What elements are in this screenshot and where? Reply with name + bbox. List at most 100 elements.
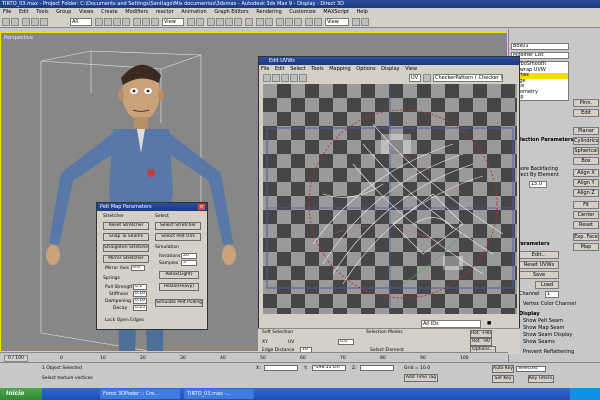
start-button[interactable]: Inicio [0, 388, 42, 400]
lock-icon[interactable]: ■ [487, 321, 491, 326]
filter-ids-dropdown[interactable]: All IDs [421, 320, 481, 328]
quick-render-icon[interactable] [361, 18, 369, 26]
spherical-button[interactable]: Spherical [573, 147, 599, 155]
menu-customize[interactable]: Customize [289, 9, 315, 15]
dampening-field[interactable]: 0.16 [133, 298, 147, 304]
render-view-dropdown[interactable]: View [325, 18, 349, 26]
rotate-icon[interactable] [142, 18, 150, 26]
named-selection-icon[interactable] [245, 18, 253, 26]
reset-uvws-button[interactable]: Reset UVWs [519, 261, 559, 269]
uv-freeform-icon[interactable] [290, 74, 298, 82]
pull-strength-field[interactable]: 0.1 [133, 284, 147, 290]
rot-minus-90-button[interactable]: Rot. -90 [470, 338, 492, 346]
set-key-button[interactable]: Set Key [492, 375, 514, 383]
auto-key-button[interactable]: Auto Key [492, 365, 514, 373]
xy-label[interactable]: XY [262, 340, 268, 345]
reference-coord-dropdown[interactable]: View [162, 18, 184, 26]
show-map-seam-checkbox[interactable]: Show Map Seam [523, 325, 564, 331]
edit-button[interactable]: Edit... [519, 251, 559, 259]
selection-filter-dropdown[interactable]: All [70, 18, 92, 26]
edit-right-button[interactable]: Edit [573, 109, 599, 117]
unlink-icon[interactable] [31, 18, 39, 26]
uv-menu-view[interactable]: View [405, 66, 417, 72]
mirror-stretcher-button[interactable]: Mirror Stretcher [103, 255, 149, 263]
curve-editor-icon[interactable] [285, 18, 293, 26]
menu-rendering[interactable]: Rendering [256, 9, 282, 15]
menu-reactor[interactable]: reactor [156, 9, 174, 15]
selected-dropdown[interactable]: Selected [516, 366, 546, 372]
stiffness-field[interactable]: 0.16 [133, 291, 147, 297]
center-button[interactable]: Center [573, 211, 599, 219]
window-crossing-icon[interactable] [122, 18, 130, 26]
align-icon[interactable] [265, 18, 273, 26]
select-icon[interactable] [95, 18, 103, 26]
layer-manager-icon[interactable] [276, 18, 284, 26]
menu-tools[interactable]: Tools [36, 9, 48, 15]
taskbar-item-3dsmax[interactable]: TIRTO_03.max -... [184, 389, 254, 399]
prevent-reflattening-checkbox[interactable]: Prevent Reflattening [523, 349, 574, 355]
uv-move-icon[interactable] [263, 74, 271, 82]
render-setup-icon[interactable] [314, 18, 322, 26]
snap-to-seams-button[interactable]: Snap To Seams [103, 233, 149, 241]
pinn-button[interactable]: Pinn. [573, 99, 599, 107]
uv-rotate-icon[interactable] [272, 74, 280, 82]
manipulate-icon[interactable] [196, 18, 204, 26]
decay-field[interactable]: 0.25 [133, 305, 147, 311]
object-name-field[interactable]: Box01 [511, 43, 569, 50]
fit-button[interactable]: Fit [573, 201, 599, 209]
uv-label[interactable]: UV [288, 340, 294, 345]
relax-heavy-button[interactable]: Relax(Heavy) [159, 283, 199, 291]
scale-icon[interactable] [151, 18, 159, 26]
uv-menu-select[interactable]: Select [290, 66, 305, 72]
align-z-button[interactable]: Align Z [573, 189, 599, 197]
uv-menu-options[interactable]: Options [356, 66, 375, 72]
angle-snap-icon[interactable] [216, 18, 224, 26]
pivot-icon[interactable] [187, 18, 195, 26]
material-editor-icon[interactable] [305, 18, 313, 26]
show-map-icon[interactable] [423, 74, 431, 82]
samples-field[interactable]: 5 [181, 260, 197, 266]
menu-group[interactable]: Group [56, 9, 71, 15]
key-filters-button[interactable]: Key Filters... [528, 375, 554, 383]
map-channel-field[interactable]: 1 [545, 291, 559, 298]
select-stretcher-button[interactable]: Select Stretcher [155, 222, 201, 230]
load-button[interactable]: Load [535, 281, 559, 289]
uv-canvas[interactable] [263, 84, 517, 314]
x-coord-field[interactable] [264, 365, 298, 371]
render-icon[interactable] [352, 18, 360, 26]
undo-icon[interactable] [2, 18, 10, 26]
rot-plus-90-button[interactable]: Rot. +90 [470, 330, 492, 338]
show-seams-checkbox[interactable]: Show Seams [523, 339, 555, 345]
uv-menu-display[interactable]: Display [381, 66, 399, 72]
y-coord-field[interactable]: -598.51 cm [312, 365, 346, 371]
rect-select-icon[interactable] [113, 18, 121, 26]
uv-menu-file[interactable]: File [261, 66, 269, 72]
move-icon[interactable] [133, 18, 141, 26]
map-button[interactable]: Map [573, 243, 599, 251]
uv-mode-dropdown[interactable]: UV [409, 74, 421, 82]
menu-create[interactable]: Create [101, 9, 118, 15]
uv-menu-edit[interactable]: Edit [275, 66, 285, 72]
menu-animation[interactable]: Animation [181, 9, 207, 15]
cylindrical-button[interactable]: Cylindrical [573, 137, 599, 145]
snap-icon[interactable] [207, 18, 215, 26]
vertex-color-channel-radio[interactable]: Vertex Color Channel [523, 301, 576, 307]
reset-button[interactable]: Reset [573, 221, 599, 229]
uv-scale-icon[interactable] [281, 74, 289, 82]
menu-modifiers[interactable]: Modifiers [125, 9, 148, 15]
mirror-axis-field[interactable]: 0.0 [131, 265, 145, 271]
menu-graph-editors[interactable]: Graph Editors [214, 9, 248, 15]
planar-button[interactable]: Planar [573, 127, 599, 135]
falloff-field[interactable]: 0.0 [338, 339, 354, 345]
uv-menu-mapping[interactable]: Mapping [329, 66, 350, 72]
save-button[interactable]: Save [519, 271, 559, 279]
menu-help[interactable]: Help [357, 9, 368, 15]
timeline[interactable]: 0 / 100 0 10 20 30 40 50 60 70 80 90 100 [0, 352, 508, 362]
redo-icon[interactable] [11, 18, 19, 26]
spinner-snap-icon[interactable] [234, 18, 242, 26]
show-pelt-seam-checkbox[interactable]: Show Pelt Seam [523, 318, 563, 324]
mirror-icon[interactable] [256, 18, 264, 26]
menu-edit[interactable]: Edit [19, 9, 29, 15]
exp-face-button[interactable]: Exp. Face [573, 233, 599, 241]
checker-pattern-dropdown[interactable]: CheckerPattern ( Checker ) [433, 74, 503, 82]
